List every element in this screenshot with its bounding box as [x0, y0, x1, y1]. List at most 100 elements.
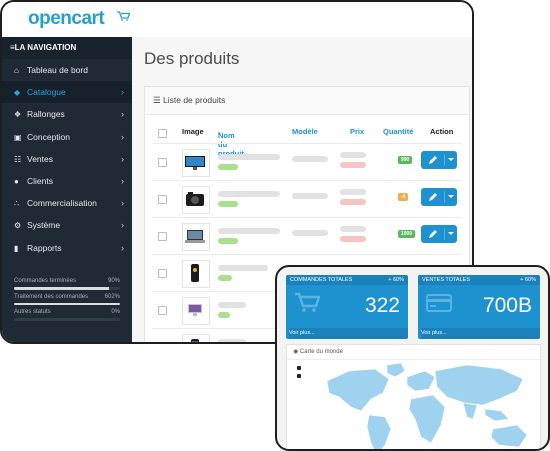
- thumbnail-image: [185, 230, 205, 243]
- column-model[interactable]: Modèle: [292, 127, 318, 136]
- tile-title: VENTES TOTALES: [422, 277, 470, 283]
- sidebar-item-label: Rapports: [27, 242, 62, 253]
- status-placeholder: [218, 312, 230, 318]
- sidebar-item-system[interactable]: ⚙ Système ›: [2, 214, 132, 236]
- pencil-icon: [429, 156, 437, 164]
- chevron-right-icon: ›: [121, 198, 124, 209]
- column-action: Action: [430, 127, 454, 136]
- thumbnail-image: [185, 156, 205, 170]
- status-placeholder: [218, 201, 238, 207]
- phone-thumbnail[interactable]: [182, 260, 210, 288]
- laptop-thumbnail[interactable]: [182, 223, 210, 251]
- sidebar-item-label: Catalogue: [27, 87, 66, 98]
- status-placeholder: [218, 275, 232, 281]
- brand-logo[interactable]: opencart: [28, 8, 105, 30]
- stat-label: Commandes terminées: [14, 278, 77, 284]
- sidebar: ≡LA NAVIGATION ⌂ Tableau de bord ◆ Catalog…: [2, 37, 132, 342]
- see-more-link[interactable]: Voir plus...: [421, 328, 540, 339]
- map-region-africa: [408, 394, 446, 444]
- imac-thumbnail[interactable]: [182, 297, 210, 325]
- select-all-checkbox[interactable]: [158, 129, 167, 138]
- sidebar-item-label: Tableau de bord: [27, 65, 88, 75]
- map-title: Carte du monde: [299, 349, 343, 355]
- sidebar-item-sales[interactable]: ☷ Ventes ›: [2, 148, 132, 170]
- tile-header: VENTES TOTALES + 60%: [418, 275, 540, 285]
- table-row[interactable]: 1000: [152, 217, 462, 254]
- row-checkbox[interactable]: [158, 343, 167, 344]
- logo-cart-icon: [117, 11, 130, 21]
- stat-completed: Commandes terminées 90%: [14, 278, 120, 290]
- sort-asc-icon: ˆ: [218, 131, 221, 140]
- sidebar-item-marketing[interactable]: ∴ Commercialisation ›: [2, 192, 132, 214]
- chevron-right-icon: ›: [121, 87, 124, 98]
- stat-percent: 90%: [107, 278, 120, 284]
- thumbnail-image: [186, 192, 204, 206]
- sidebar-item-reports[interactable]: ▮ Rapports ›: [2, 237, 132, 259]
- caret-down-icon[interactable]: [448, 195, 454, 198]
- table-header: Image Nom du produit ˆ Modèle Prix Quant…: [152, 123, 462, 158]
- globe-icon: ◉: [293, 349, 299, 355]
- model-placeholder: [292, 193, 328, 199]
- sidebar-item-catalogue[interactable]: ◆ Catalogue ›: [2, 81, 132, 104]
- tile-header: COMMANDES TOTALES + 60%: [286, 275, 408, 285]
- thumbnail-image: [191, 339, 199, 342]
- row-checkbox[interactable]: [158, 158, 167, 167]
- table-row[interactable]: -4: [152, 180, 462, 217]
- product-name-placeholder: [218, 339, 246, 342]
- edit-button[interactable]: [421, 188, 457, 206]
- sidebar-item-design[interactable]: ▣ Conception ›: [2, 126, 132, 148]
- monitor-thumbnail[interactable]: [182, 149, 210, 177]
- tile-value: 322: [364, 294, 400, 317]
- sidebar-item-extensions[interactable]: ❖ Rallonges ›: [2, 103, 132, 125]
- chevron-right-icon: ›: [121, 109, 124, 120]
- puzzle-icon: ❖: [14, 110, 22, 120]
- edit-button[interactable]: [421, 225, 457, 243]
- map-region-europe: [406, 370, 436, 392]
- column-quantity[interactable]: Quantité: [383, 127, 413, 136]
- map-region-australia: [490, 424, 528, 448]
- dashboard-window: COMMANDES TOTALES + 60% 322 Voir plus...…: [275, 265, 550, 451]
- map-region-greenland: [386, 362, 406, 378]
- gear-icon: ⚙: [14, 221, 22, 231]
- world-map[interactable]: [287, 359, 540, 451]
- row-checkbox[interactable]: [158, 269, 167, 278]
- user-icon: ●: [14, 176, 19, 186]
- caret-down-icon[interactable]: [448, 158, 454, 161]
- total-orders-tile: COMMANDES TOTALES + 60% 322 Voir plus...: [286, 275, 408, 339]
- column-image: Image: [182, 127, 204, 136]
- stat-label: Traitement des commandes: [14, 293, 89, 300]
- world-map-panel: ◉ Carte du monde: [286, 344, 541, 451]
- panel-header: ☰ Liste de produits: [145, 87, 469, 115]
- row-checkbox[interactable]: [158, 232, 167, 241]
- panel-title: Liste de produits: [163, 95, 226, 105]
- column-price[interactable]: Prix: [350, 127, 364, 136]
- order-status-stats: Commandes terminées 90% Traitement des c…: [14, 278, 120, 325]
- smartphone-thumbnail[interactable]: [182, 334, 210, 342]
- map-header: ◉ Carte du monde: [287, 345, 540, 360]
- stat-processing: Traitement des commandes 602%: [14, 293, 120, 305]
- camera-thumbnail[interactable]: [182, 186, 210, 214]
- map-region-north-america: [326, 368, 390, 412]
- product-name-placeholder: [218, 228, 280, 234]
- sidebar-item-label: Commercialisation: [27, 198, 97, 209]
- table-row[interactable]: 990: [152, 143, 462, 180]
- special-price-placeholder: [340, 199, 366, 205]
- row-checkbox[interactable]: [158, 195, 167, 204]
- tile-value: 700B: [482, 294, 532, 317]
- sidebar-item-dashboard[interactable]: ⌂ Tableau de bord: [2, 59, 132, 81]
- map-region-southeast-asia: [484, 408, 510, 422]
- stat-label: Autres statuts: [14, 309, 51, 315]
- special-price-placeholder: [340, 236, 366, 242]
- caret-down-icon[interactable]: [448, 232, 454, 235]
- see-more-link[interactable]: Voir plus...: [289, 328, 408, 339]
- row-checkbox[interactable]: [158, 306, 167, 315]
- chevron-right-icon: ›: [121, 220, 124, 231]
- price-placeholder: [340, 152, 366, 158]
- status-placeholder: [218, 238, 238, 244]
- price-placeholder: [340, 189, 366, 195]
- sidebar-item-customers[interactable]: ● Clients ›: [2, 170, 132, 192]
- cart-icon: [295, 292, 320, 312]
- tag-icon: ◆: [14, 88, 21, 98]
- top-bar: opencart: [2, 2, 472, 38]
- edit-button[interactable]: [421, 151, 457, 169]
